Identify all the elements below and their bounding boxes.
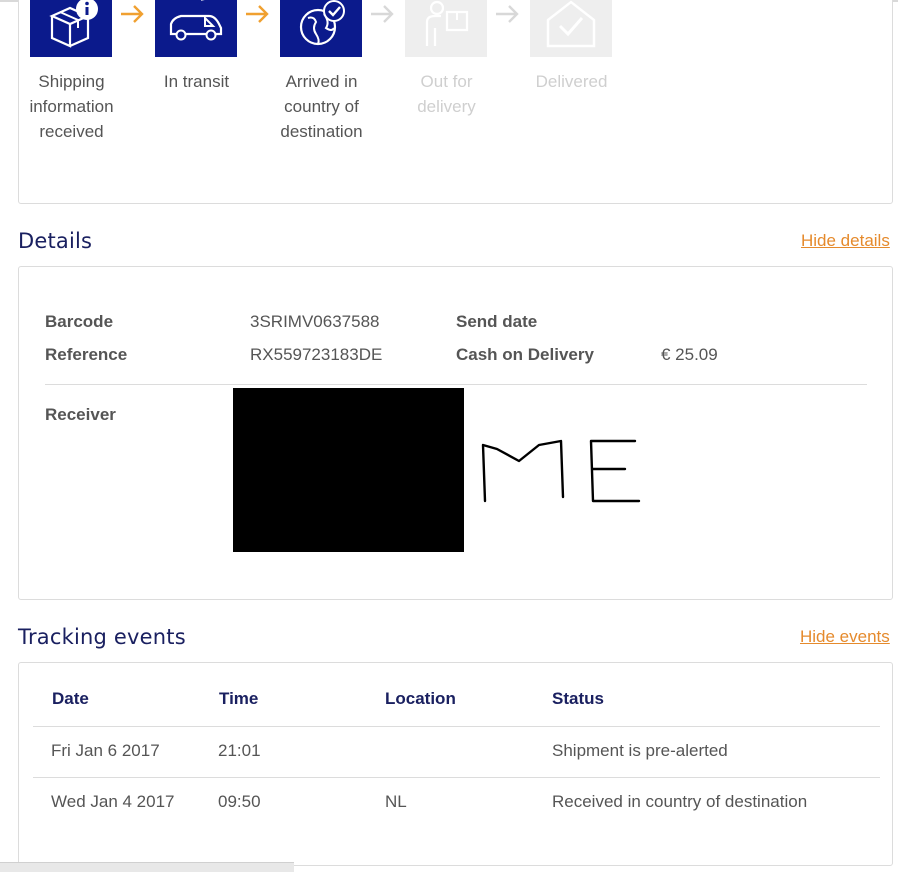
receiver-handwriting: ME — [475, 431, 641, 503]
hide-details-link[interactable]: Hide details — [801, 231, 890, 251]
event-status: Shipment is pre-alerted — [552, 741, 728, 760]
details-divider — [45, 384, 867, 385]
col-header-time: Time — [219, 689, 259, 708]
table-row-divider — [33, 777, 880, 778]
reference-value: RX559723183DE — [250, 345, 383, 364]
barcode-value: 3SRIMV0637588 — [250, 312, 380, 331]
tracking-events-card: Date Time Location Status Fri Jan 6 2017… — [18, 662, 893, 866]
redacted-block — [233, 388, 464, 552]
person-package-icon — [405, 0, 487, 57]
van-icon — [155, 0, 237, 57]
col-header-status: Status — [552, 689, 604, 708]
progress-tracker-card: Shipping information received In transit… — [18, 0, 893, 204]
event-status: Received in country of destination — [552, 792, 808, 811]
step-label-shipping-info: Shipping information received — [29, 72, 114, 141]
handwriting-text: ME — [475, 431, 477, 432]
event-location: NL — [385, 792, 407, 811]
globe-check-icon — [280, 0, 362, 57]
receiver-label: Receiver — [45, 405, 116, 424]
hide-events-link[interactable]: Hide events — [800, 627, 890, 647]
details-card: Barcode 3SRIMV0637588 Send date Referenc… — [18, 266, 893, 600]
details-heading: Details — [18, 229, 93, 253]
event-time: 09:50 — [218, 792, 261, 811]
step-label-in-transit: In transit — [163, 72, 230, 91]
col-header-date: Date — [52, 689, 89, 708]
event-date: Wed Jan 4 2017 — [51, 792, 175, 811]
shipping-info-icon — [30, 0, 112, 57]
cod-label: Cash on Delivery — [456, 345, 594, 364]
table-header-divider — [33, 726, 880, 727]
arrow-right-icon — [242, 0, 272, 29]
house-check-icon — [530, 0, 612, 57]
tracking-events-heading: Tracking events — [18, 625, 186, 649]
event-time: 21:01 — [218, 741, 261, 760]
arrow-right-icon — [117, 0, 147, 29]
cod-value: € 25.09 — [661, 345, 718, 364]
send-date-label: Send date — [456, 312, 538, 331]
step-label-delivered: Delivered — [535, 72, 608, 91]
event-date: Fri Jan 6 2017 — [51, 741, 160, 760]
reference-label: Reference — [45, 345, 128, 364]
step-label-arrived: Arrived in country of destination — [280, 72, 363, 141]
arrow-right-icon — [492, 0, 522, 29]
arrow-right-icon — [367, 0, 397, 29]
step-label-out-for-delivery: Out for delivery — [417, 72, 476, 116]
barcode-label: Barcode — [45, 312, 114, 331]
col-header-location: Location — [385, 689, 456, 708]
